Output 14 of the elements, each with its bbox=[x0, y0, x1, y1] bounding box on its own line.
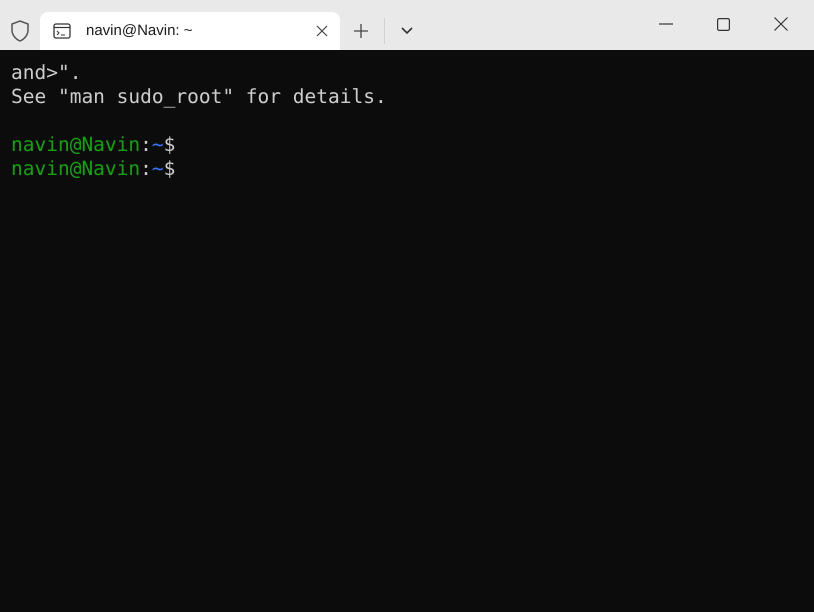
shell-prompt: navin@Navin:~$ bbox=[11, 157, 176, 181]
terminal-tab[interactable]: navin@Navin: ~ bbox=[40, 12, 340, 50]
plus-icon[interactable] bbox=[354, 24, 368, 38]
close-icon[interactable] bbox=[316, 25, 328, 37]
tab-title: navin@Navin: ~ bbox=[86, 20, 194, 41]
minimize-icon[interactable] bbox=[659, 23, 673, 25]
maximize-icon[interactable] bbox=[717, 18, 730, 30]
shell-prompt: navin@Navin:~$ bbox=[11, 133, 176, 157]
shield-icon[interactable] bbox=[10, 20, 30, 42]
chevron-down-icon[interactable] bbox=[401, 27, 413, 35]
terminal-icon bbox=[53, 23, 71, 39]
terminal-output-line: See "man sudo_root" for details. bbox=[11, 85, 387, 108]
close-icon[interactable] bbox=[774, 17, 788, 31]
terminal-output-line: and>". bbox=[11, 61, 82, 84]
